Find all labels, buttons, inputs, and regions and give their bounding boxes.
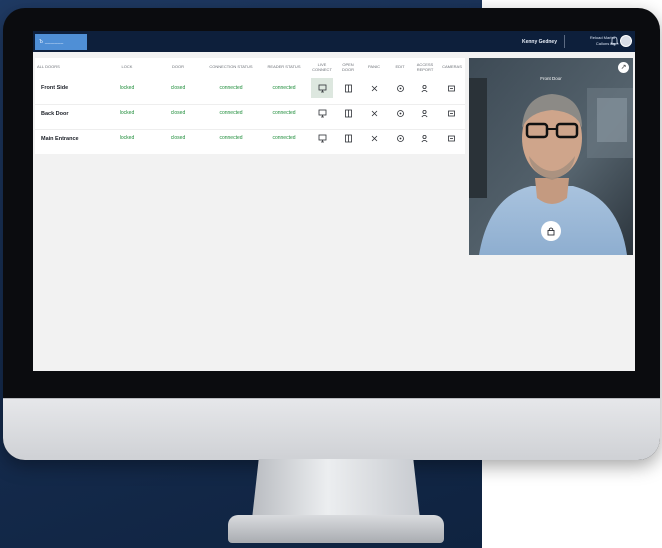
bell-icon[interactable]: [610, 36, 619, 48]
header-access-report[interactable]: ACCESS REPORT: [412, 58, 438, 75]
live-connect-icon[interactable]: [311, 128, 333, 148]
connection-status: connected: [219, 85, 243, 91]
header-cameras[interactable]: CAMERAS: [439, 58, 465, 75]
live-connect-icon[interactable]: [311, 78, 333, 98]
top-note: Reload Marbo Callons Bs: [571, 35, 615, 47]
top-note-line-2: Callons Bs: [595, 41, 615, 46]
camera-icon[interactable]: [440, 128, 462, 148]
camera-feed[interactable]: Front Door ↗: [469, 58, 633, 255]
header-live-connect[interactable]: LIVE CONNECT: [310, 58, 334, 75]
user-name[interactable]: Kenny Gedney: [522, 39, 557, 45]
open-door-icon[interactable]: [337, 103, 359, 123]
connection-status: connected: [219, 135, 243, 141]
edit-icon[interactable]: [389, 128, 411, 148]
header-door[interactable]: DOOR: [153, 58, 203, 75]
lock-status: locked: [119, 110, 135, 116]
monitor-chin: [3, 398, 660, 460]
open-door-icon[interactable]: [337, 128, 359, 148]
door-name[interactable]: Front Side: [41, 85, 68, 91]
edit-icon[interactable]: [389, 78, 411, 98]
door-status: closed: [170, 110, 186, 116]
monitor-stand-neck: [252, 459, 420, 519]
header-panic[interactable]: PANIC: [362, 58, 386, 75]
access-report-icon[interactable]: [413, 78, 435, 98]
reader-status: connected: [272, 110, 296, 116]
monitor-stand-base: [228, 515, 444, 543]
door-name[interactable]: Main Entrance: [41, 136, 79, 142]
panic-icon[interactable]: [363, 78, 385, 98]
lock-status: locked: [119, 135, 135, 141]
connection-status: connected: [219, 110, 243, 116]
header-edit[interactable]: EDIT: [388, 58, 412, 75]
header-all-doors[interactable]: ALL DOORS: [37, 58, 77, 75]
doors-panel: ALL DOORS LOCK DOOR CONNECTION STATUS RE…: [35, 58, 465, 154]
door-status: closed: [170, 135, 186, 141]
topbar-divider: [564, 35, 565, 48]
panic-icon[interactable]: [363, 128, 385, 148]
live-connect-icon[interactable]: [311, 103, 333, 123]
header-lock[interactable]: LOCK: [102, 58, 152, 75]
access-report-icon[interactable]: [413, 103, 435, 123]
header-connection-status[interactable]: CONNECTION STATUS: [207, 58, 255, 75]
door-name[interactable]: Back Door: [41, 111, 69, 117]
header-reader-status[interactable]: READER STATUS: [259, 58, 309, 75]
panic-icon[interactable]: [363, 103, 385, 123]
reader-status: connected: [272, 85, 296, 91]
top-bar: Ъ ______ Kenny Gedney Reload Marbo Callo…: [33, 31, 635, 52]
edit-icon[interactable]: [389, 103, 411, 123]
access-report-icon[interactable]: [413, 128, 435, 148]
door-status: closed: [170, 85, 186, 91]
app-screen: Ъ ______ Kenny Gedney Reload Marbo Callo…: [33, 31, 635, 371]
reader-status: connected: [272, 135, 296, 141]
lock-icon[interactable]: [541, 221, 561, 241]
open-door-icon[interactable]: [337, 78, 359, 98]
lock-status: locked: [119, 85, 135, 91]
camera-icon[interactable]: [440, 78, 462, 98]
avatar[interactable]: [620, 35, 632, 47]
camera-label: Front Door: [540, 76, 562, 81]
camera-icon[interactable]: [440, 103, 462, 123]
brand-button[interactable]: Ъ ______: [35, 34, 87, 50]
header-open-door[interactable]: OPEN DOOR: [336, 58, 360, 75]
expand-icon[interactable]: ↗: [618, 62, 629, 73]
